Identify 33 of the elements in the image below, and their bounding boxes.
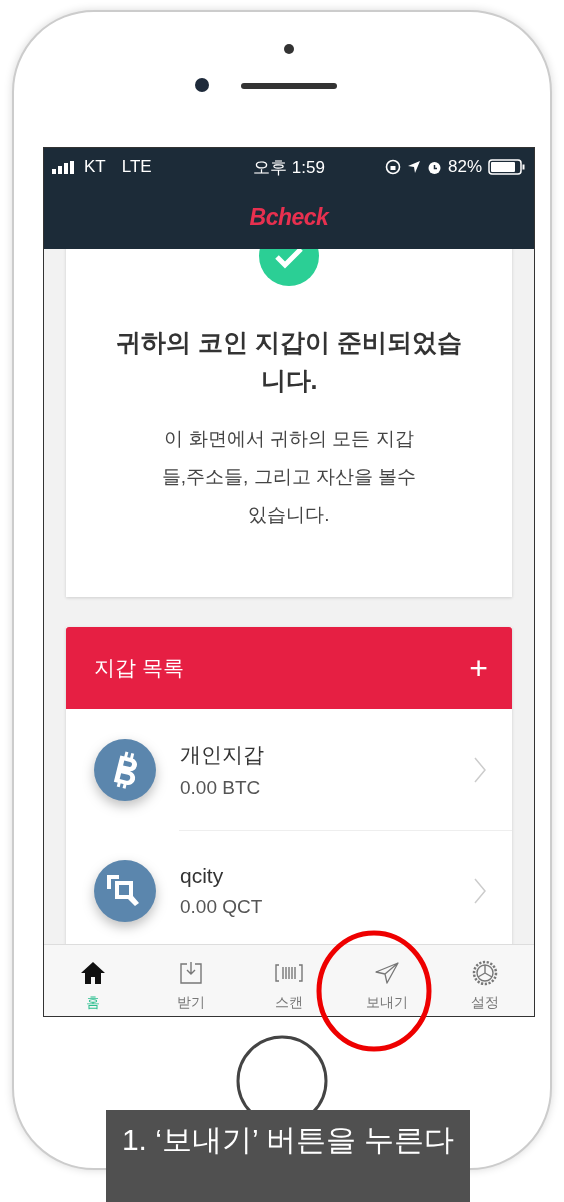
battery-icon [488,159,526,175]
bitcoin-icon [94,738,156,801]
notice-message: 이 화면에서 귀하의 모든 지갑들,주소들, 그리고 자산을 볼수 있습니다. [160,427,418,527]
wallet-name: 개인지갑 [180,741,265,768]
status-time: 오후 1:59 [253,157,325,177]
notice-title: 귀하의 코인 지갑이 준비되었습니다. [115,327,463,396]
app-logo: Bcheck [249,204,329,231]
send-icon [375,962,399,984]
settings-icon [472,960,498,986]
tab-item[interactable]: 설정 [436,945,534,1016]
battery-percent: 82% [447,157,482,177]
wallet-balance: 0.00 BTC [180,776,262,799]
network-type: LTE [121,157,152,177]
carrier-name: KT [84,157,106,177]
home-icon [80,961,106,985]
tab-item[interactable]: 스캔 [240,945,338,1016]
alarm-clock-icon [426,159,442,175]
wallet-name: qcity [180,863,225,888]
wallet-list-title: 지갑 목록 [94,655,184,681]
chevron-right-icon [474,756,486,783]
instruction-caption: 1. ‘보내기’ 버튼을 누른다 [106,1110,470,1202]
wallet-row[interactable]: 개인지갑 0.00 BTC [66,709,512,830]
wallet-row[interactable]: qcity 0.00 QCT [66,830,512,944]
rotation-lock-icon [384,159,401,175]
download-icon [179,961,203,985]
tab-item[interactable]: 보내기 [338,945,436,1016]
chevron-right-icon [474,877,486,904]
wallet-balance: 0.00 QCT [180,895,264,918]
location-arrow-icon [406,160,421,174]
barcode-icon [275,963,303,983]
add-wallet-button[interactable]: + [469,649,488,687]
tab-item[interactable]: 받기 [142,945,240,1016]
qcity-coin-icon [94,859,156,922]
